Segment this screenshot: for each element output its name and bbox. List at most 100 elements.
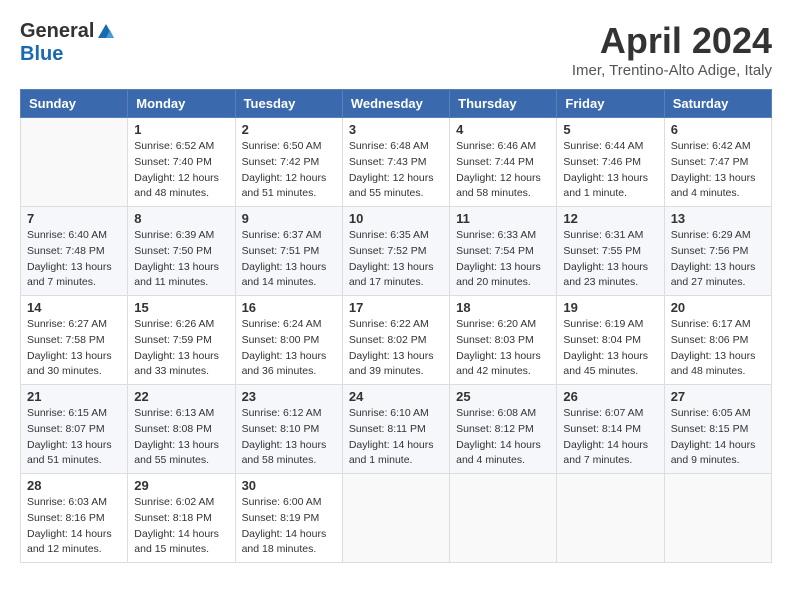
calendar-cell: 14 Sunrise: 6:27 AM Sunset: 7:58 PM Dayli… [21,296,128,385]
calendar-cell: 1 Sunrise: 6:52 AM Sunset: 7:40 PM Daylig… [128,118,235,207]
logo: General Blue [20,20,116,66]
day-number: 27 [671,389,765,404]
day-number: 4 [456,122,550,137]
calendar-subtitle: Imer, Trentino-Alto Adige, Italy [572,62,772,79]
day-number: 30 [242,478,336,493]
calendar-cell: 4Sunrise: 6:46 AM Sunset: 7:44 PM Daylig… [450,118,557,207]
day-info: Sunrise: 6:52 AM Sunset: 7:40 PM Dayligh… [134,139,228,202]
day-info: Sunrise: 6:22 AM Sunset: 8:02 PM Dayligh… [349,317,443,380]
day-number: 26 [563,389,657,404]
day-info: Sunrise: 6:17 AM Sunset: 8:06 PM Dayligh… [671,317,765,380]
calendar-cell: 11Sunrise: 6:33 AM Sunset: 7:54 PM Dayli… [450,207,557,296]
calendar-cell: 9 Sunrise: 6:37 AM Sunset: 7:51 PM Daylig… [235,207,342,296]
calendar-cell: 6 Sunrise: 6:42 AM Sunset: 7:47 PM Daylig… [664,118,771,207]
calendar-cell [557,474,664,563]
logo-blue-text: Blue [20,43,63,66]
calendar-week-4: 21Sunrise: 6:15 AM Sunset: 8:07 PM Dayli… [21,385,772,474]
calendar-week-1: 1 Sunrise: 6:52 AM Sunset: 7:40 PM Daylig… [21,118,772,207]
calendar-cell: 15 Sunrise: 6:26 AM Sunset: 7:59 PM Dayli… [128,296,235,385]
calendar-cell: 29 Sunrise: 6:02 AM Sunset: 8:18 PM Dayli… [128,474,235,563]
day-number: 12 [563,211,657,226]
day-number: 14 [27,300,121,315]
calendar-cell: 22Sunrise: 6:13 AM Sunset: 8:08 PM Dayli… [128,385,235,474]
calendar-cell: 10 Sunrise: 6:35 AM Sunset: 7:52 PM Dayli… [342,207,449,296]
day-info: Sunrise: 6:33 AM Sunset: 7:54 PM Dayligh… [456,228,550,291]
calendar-cell: 25 Sunrise: 6:08 AM Sunset: 8:12 PM Dayli… [450,385,557,474]
calendar-cell: 19Sunrise: 6:19 AM Sunset: 8:04 PM Dayli… [557,296,664,385]
calendar-cell: 13 Sunrise: 6:29 AM Sunset: 7:56 PM Dayli… [664,207,771,296]
day-info: Sunrise: 6:39 AM Sunset: 7:50 PM Dayligh… [134,228,228,291]
day-info: Sunrise: 6:42 AM Sunset: 7:47 PM Dayligh… [671,139,765,202]
calendar-cell: 24 Sunrise: 6:10 AM Sunset: 8:11 PM Dayli… [342,385,449,474]
calendar-table: SundayMondayTuesdayWednesdayThursdayFrid… [20,89,772,563]
day-number: 5 [563,122,657,137]
day-number: 15 [134,300,228,315]
day-number: 10 [349,211,443,226]
day-info: Sunrise: 6:27 AM Sunset: 7:58 PM Dayligh… [27,317,121,380]
day-number: 22 [134,389,228,404]
day-info: Sunrise: 6:08 AM Sunset: 8:12 PM Dayligh… [456,406,550,469]
day-info: Sunrise: 6:07 AM Sunset: 8:14 PM Dayligh… [563,406,657,469]
day-info: Sunrise: 6:37 AM Sunset: 7:51 PM Dayligh… [242,228,336,291]
calendar-header-row: SundayMondayTuesdayWednesdayThursdayFrid… [21,90,772,118]
column-header-thursday: Thursday [450,90,557,118]
logo-icon [96,22,116,42]
column-header-saturday: Saturday [664,90,771,118]
column-header-tuesday: Tuesday [235,90,342,118]
day-number: 17 [349,300,443,315]
calendar-cell: 16 Sunrise: 6:24 AM Sunset: 8:00 PM Dayli… [235,296,342,385]
day-number: 24 [349,389,443,404]
day-number: 7 [27,211,121,226]
day-info: Sunrise: 6:03 AM Sunset: 8:16 PM Dayligh… [27,495,121,558]
calendar-week-2: 7Sunrise: 6:40 AM Sunset: 7:48 PM Daylig… [21,207,772,296]
calendar-cell: 5Sunrise: 6:44 AM Sunset: 7:46 PM Daylig… [557,118,664,207]
day-number: 16 [242,300,336,315]
day-number: 13 [671,211,765,226]
day-info: Sunrise: 6:20 AM Sunset: 8:03 PM Dayligh… [456,317,550,380]
calendar-cell: 12 Sunrise: 6:31 AM Sunset: 7:55 PM Dayli… [557,207,664,296]
day-number: 28 [27,478,121,493]
calendar-cell: 27 Sunrise: 6:05 AM Sunset: 8:15 PM Dayli… [664,385,771,474]
calendar-cell: 8 Sunrise: 6:39 AM Sunset: 7:50 PM Daylig… [128,207,235,296]
calendar-week-3: 14 Sunrise: 6:27 AM Sunset: 7:58 PM Dayli… [21,296,772,385]
calendar-cell: 21Sunrise: 6:15 AM Sunset: 8:07 PM Dayli… [21,385,128,474]
calendar-cell [664,474,771,563]
day-number: 8 [134,211,228,226]
column-header-friday: Friday [557,90,664,118]
day-info: Sunrise: 6:02 AM Sunset: 8:18 PM Dayligh… [134,495,228,558]
day-number: 18 [456,300,550,315]
calendar-cell [21,118,128,207]
day-number: 1 [134,122,228,137]
day-info: Sunrise: 6:15 AM Sunset: 8:07 PM Dayligh… [27,406,121,469]
calendar-title: April 2024 [572,20,772,62]
calendar-cell: 23Sunrise: 6:12 AM Sunset: 8:10 PM Dayli… [235,385,342,474]
day-info: Sunrise: 6:50 AM Sunset: 7:42 PM Dayligh… [242,139,336,202]
day-info: Sunrise: 6:29 AM Sunset: 7:56 PM Dayligh… [671,228,765,291]
page-header: General Blue April 2024 Imer, Trentino-A… [20,20,772,79]
day-number: 9 [242,211,336,226]
day-info: Sunrise: 6:35 AM Sunset: 7:52 PM Dayligh… [349,228,443,291]
day-number: 19 [563,300,657,315]
logo-general-text: General [20,20,94,43]
day-number: 6 [671,122,765,137]
column-header-sunday: Sunday [21,90,128,118]
day-info: Sunrise: 6:26 AM Sunset: 7:59 PM Dayligh… [134,317,228,380]
day-number: 2 [242,122,336,137]
day-info: Sunrise: 6:31 AM Sunset: 7:55 PM Dayligh… [563,228,657,291]
calendar-cell: 2 Sunrise: 6:50 AM Sunset: 7:42 PM Daylig… [235,118,342,207]
calendar-cell: 3Sunrise: 6:48 AM Sunset: 7:43 PM Daylig… [342,118,449,207]
column-header-monday: Monday [128,90,235,118]
day-number: 20 [671,300,765,315]
day-number: 29 [134,478,228,493]
calendar-cell [450,474,557,563]
day-info: Sunrise: 6:10 AM Sunset: 8:11 PM Dayligh… [349,406,443,469]
day-number: 25 [456,389,550,404]
calendar-week-5: 28 Sunrise: 6:03 AM Sunset: 8:16 PM Dayli… [21,474,772,563]
calendar-cell: 28 Sunrise: 6:03 AM Sunset: 8:16 PM Dayli… [21,474,128,563]
calendar-cell: 26 Sunrise: 6:07 AM Sunset: 8:14 PM Dayli… [557,385,664,474]
calendar-body: 1 Sunrise: 6:52 AM Sunset: 7:40 PM Daylig… [21,118,772,563]
day-info: Sunrise: 6:05 AM Sunset: 8:15 PM Dayligh… [671,406,765,469]
calendar-cell: 18 Sunrise: 6:20 AM Sunset: 8:03 PM Dayli… [450,296,557,385]
day-info: Sunrise: 6:24 AM Sunset: 8:00 PM Dayligh… [242,317,336,380]
title-section: April 2024 Imer, Trentino-Alto Adige, It… [572,20,772,79]
